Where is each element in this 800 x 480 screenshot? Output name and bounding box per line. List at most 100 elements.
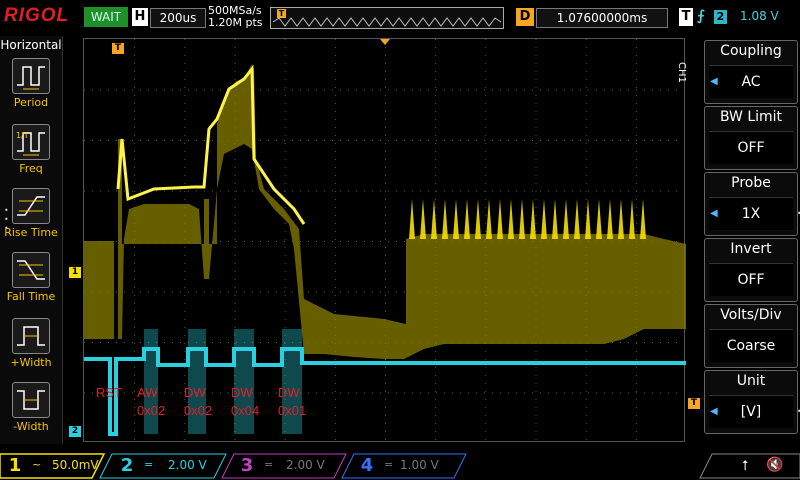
grid-dot <box>435 87 437 88</box>
grid-dot <box>548 392 549 394</box>
volts-div-menu-item[interactable]: Volts/Div Coarse <box>704 304 798 368</box>
coupling-menu-item[interactable]: Coupling AC ◀ <box>704 40 798 104</box>
grid-dot <box>396 89 397 91</box>
trigger-level-marker[interactable]: T <box>688 398 700 409</box>
measure-rise-time-button[interactable]: Rise Time <box>0 188 62 248</box>
measure-fall-time-button[interactable]: Fall Time <box>0 252 62 312</box>
channel-menu: Coupling AC ◀ BW Limit OFF Probe 1X ◀ • … <box>704 40 800 444</box>
annotation-dw-3-value: 0x01 <box>278 403 307 418</box>
grid-dot <box>476 392 477 394</box>
grid-dot <box>316 140 317 141</box>
grid-dot <box>385 127 386 128</box>
grid-dot <box>485 63 487 64</box>
grid-dot <box>535 127 537 128</box>
negative-width-label: -Width <box>13 420 49 433</box>
grid-dot <box>596 392 597 394</box>
grid-dot <box>234 175 236 176</box>
grid-dot <box>134 79 136 80</box>
grid-dot <box>134 135 136 136</box>
grid-dot <box>635 55 637 56</box>
ch2-ground-marker[interactable]: 2 <box>69 426 81 437</box>
ch1-status-tab[interactable]: 1 ~ 50.0mV <box>4 454 100 478</box>
grid-dot <box>535 367 537 368</box>
grid-dot <box>334 359 336 360</box>
grid-dot <box>660 342 661 343</box>
grid-dot <box>635 383 637 384</box>
measure-period-button[interactable]: Period <box>0 58 62 118</box>
ch1-pulse-spike <box>409 199 415 239</box>
grid-dot <box>524 140 525 141</box>
measure-negative-width-button[interactable]: -Width <box>0 382 62 442</box>
grid-dot <box>452 89 453 91</box>
grid-dot <box>84 342 85 343</box>
grid-dot <box>385 191 386 192</box>
delay-readout[interactable]: 1.07600000ms <box>536 8 668 28</box>
ch1-ground-marker[interactable]: 1 <box>69 267 81 278</box>
grid-dot <box>234 207 236 208</box>
grid-dot <box>332 140 333 141</box>
grid-dot <box>184 247 186 248</box>
grid-dot <box>284 47 286 48</box>
memory-overview-waveform <box>272 17 502 27</box>
grid-dot <box>340 241 341 242</box>
grid-dot <box>435 399 437 400</box>
grid-dot <box>156 140 157 141</box>
grid-dot <box>635 367 637 368</box>
invert-menu-item[interactable]: Invert OFF <box>704 238 798 302</box>
grid-dot <box>404 190 405 192</box>
grid-dot <box>234 39 236 40</box>
grid-dot <box>635 103 637 104</box>
grid-dot <box>164 291 165 293</box>
trigger-level-readout[interactable]: 1.08 V <box>740 9 779 23</box>
grid-dot <box>234 255 236 256</box>
grid-dot <box>184 439 186 440</box>
bw-limit-menu-item[interactable]: BW Limit OFF <box>704 106 798 170</box>
ch3-status-tab[interactable]: 3 = 2.00 V <box>236 454 336 478</box>
grid-dot <box>260 241 261 242</box>
grid-dot <box>485 55 487 56</box>
grid-dot <box>334 175 336 176</box>
speaker-mute-icon[interactable]: 🔇 <box>766 457 783 473</box>
grid-dot <box>172 392 173 394</box>
grid-dot <box>585 127 587 128</box>
grid-dot <box>635 359 637 360</box>
memory-position-strip[interactable]: T <box>270 7 504 29</box>
grid-dot <box>532 190 533 192</box>
grid-dot <box>134 263 136 264</box>
grid-dot <box>236 241 237 242</box>
grid-dot <box>492 89 493 91</box>
grid-dot <box>516 140 517 141</box>
grid-dot <box>635 159 637 160</box>
grid-dot <box>485 103 487 104</box>
grid-dot <box>535 55 537 56</box>
grid-dot <box>628 140 629 141</box>
grid-dot <box>535 191 537 192</box>
grid-dot <box>435 367 437 368</box>
ch4-status-tab[interactable]: 4 = 1.00 V <box>356 454 456 478</box>
grid-dot <box>420 392 421 394</box>
grid-dot <box>404 392 405 394</box>
unit-title: Unit <box>736 373 766 389</box>
measure-positive-width-button[interactable]: +Width <box>0 318 62 378</box>
grid-dot <box>548 140 549 141</box>
grid-dot <box>134 295 136 296</box>
probe-menu-item[interactable]: Probe 1X ◀ • <box>704 172 800 236</box>
ch2-status-tab[interactable]: 2 = 2.00 V <box>116 454 216 478</box>
grid-dot <box>300 241 301 242</box>
unit-menu-item[interactable]: Unit [V] ◀ • <box>704 370 800 434</box>
grid-dot <box>284 439 286 440</box>
grid-dot <box>236 190 237 192</box>
grid-dot <box>385 255 386 256</box>
positive-width-icon <box>12 318 50 354</box>
waveform-display[interactable]: T RST AW 0x02 DW 0x02 DW 0x04 DW 0x01 <box>83 38 686 442</box>
grid-dot <box>234 47 236 48</box>
grid-dot <box>334 215 336 216</box>
measure-frequency-button[interactable]: 1/T Freq <box>0 124 62 184</box>
timebase-readout[interactable]: 200us <box>150 8 206 28</box>
grid-dot <box>635 95 637 96</box>
ch1-pulse-spike <box>508 199 514 239</box>
run-state-indicator[interactable]: WAIT <box>84 7 128 27</box>
grid-dot <box>385 55 386 56</box>
grid-dot <box>585 55 587 56</box>
trigger-time-marker[interactable] <box>380 39 390 45</box>
